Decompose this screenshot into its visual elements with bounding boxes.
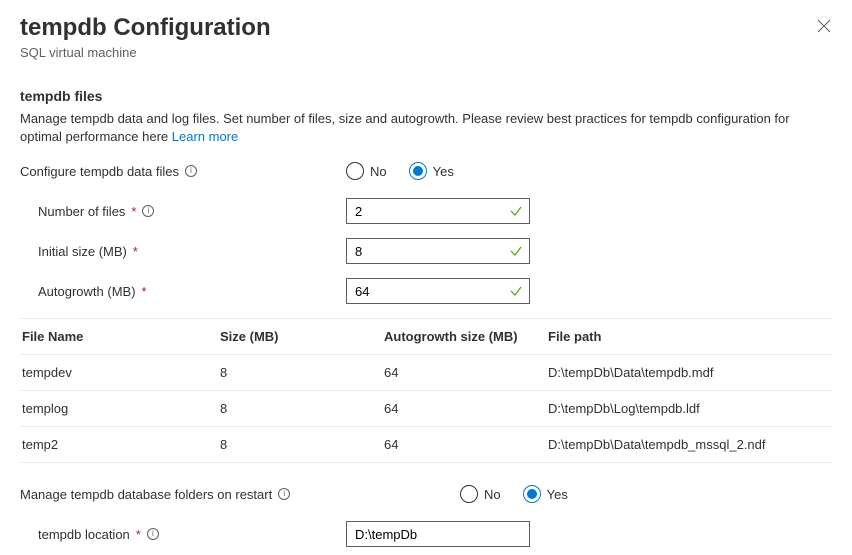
num-files-input[interactable]	[347, 199, 529, 223]
required-asterisk: *	[136, 527, 141, 542]
configure-yes-option[interactable]: Yes	[409, 162, 454, 180]
table-header: File Name Size (MB) Autogrowth size (MB)…	[20, 318, 832, 355]
cell-path: D:\tempDb\Data\tempdb.mdf	[548, 365, 830, 380]
radio-icon	[523, 485, 541, 503]
cell-path: D:\tempDb\Data\tempdb_mssql_2.ndf	[548, 437, 830, 452]
init-size-input[interactable]	[347, 239, 529, 263]
autogrowth-input-wrap[interactable]	[346, 278, 530, 304]
configure-label: Configure tempdb data files	[20, 164, 179, 179]
cell-size: 8	[220, 401, 384, 416]
learn-more-link[interactable]: Learn more	[172, 129, 238, 144]
cell-name: tempdev	[22, 365, 220, 380]
radio-label-no: No	[484, 487, 501, 502]
radio-label-no: No	[370, 164, 387, 179]
num-files-input-wrap[interactable]	[346, 198, 530, 224]
col-size: Size (MB)	[220, 329, 384, 344]
radio-label-yes: Yes	[433, 164, 454, 179]
num-files-label: Number of files	[38, 204, 125, 219]
info-icon[interactable]: i	[278, 488, 290, 500]
cell-path: D:\tempDb\Log\tempdb.ldf	[548, 401, 830, 416]
page-subtitle: SQL virtual machine	[20, 45, 832, 60]
required-asterisk: *	[133, 244, 138, 259]
page-title: tempdb Configuration	[20, 14, 832, 43]
info-icon[interactable]: i	[185, 165, 197, 177]
manage-yes-option[interactable]: Yes	[523, 485, 568, 503]
col-file-name: File Name	[22, 329, 220, 344]
section-description: Manage tempdb data and log files. Set nu…	[20, 110, 832, 146]
manage-folders-label: Manage tempdb database folders on restar…	[20, 487, 272, 502]
description-text: Manage tempdb data and log files. Set nu…	[20, 111, 790, 144]
info-icon[interactable]: i	[147, 528, 159, 540]
check-icon	[509, 204, 523, 218]
location-label: tempdb location	[38, 527, 130, 542]
col-autogrowth: Autogrowth size (MB)	[384, 329, 548, 344]
cell-auto: 64	[384, 437, 548, 452]
init-size-input-wrap[interactable]	[346, 238, 530, 264]
section-title: tempdb files	[20, 88, 832, 104]
close-icon	[817, 19, 831, 33]
check-icon	[509, 284, 523, 298]
cell-size: 8	[220, 437, 384, 452]
location-input-wrap[interactable]	[346, 521, 530, 547]
radio-icon	[409, 162, 427, 180]
init-size-label: Initial size (MB)	[38, 244, 127, 259]
cell-auto: 64	[384, 401, 548, 416]
col-file-path: File path	[548, 329, 830, 344]
manage-no-option[interactable]: No	[460, 485, 501, 503]
files-table: File Name Size (MB) Autogrowth size (MB)…	[20, 318, 832, 463]
close-button[interactable]	[816, 18, 832, 34]
table-row: temp2 8 64 D:\tempDb\Data\tempdb_mssql_2…	[20, 427, 832, 463]
table-row: tempdev 8 64 D:\tempDb\Data\tempdb.mdf	[20, 355, 832, 391]
autogrowth-input[interactable]	[347, 279, 529, 303]
table-row: templog 8 64 D:\tempDb\Log\tempdb.ldf	[20, 391, 832, 427]
autogrowth-label: Autogrowth (MB)	[38, 284, 136, 299]
cell-auto: 64	[384, 365, 548, 380]
cell-name: templog	[22, 401, 220, 416]
radio-icon	[346, 162, 364, 180]
required-asterisk: *	[131, 204, 136, 219]
configure-no-option[interactable]: No	[346, 162, 387, 180]
cell-name: temp2	[22, 437, 220, 452]
cell-size: 8	[220, 365, 384, 380]
info-icon[interactable]: i	[142, 205, 154, 217]
required-asterisk: *	[142, 284, 147, 299]
location-input[interactable]	[347, 522, 529, 546]
check-icon	[509, 244, 523, 258]
radio-label-yes: Yes	[547, 487, 568, 502]
radio-icon	[460, 485, 478, 503]
